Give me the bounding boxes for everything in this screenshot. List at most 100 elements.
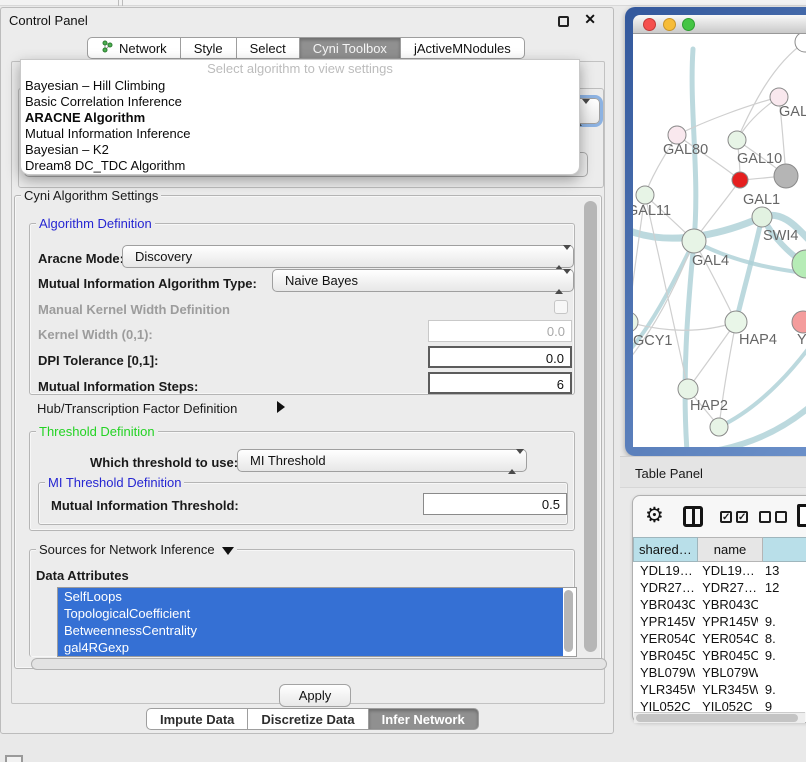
which-threshold-label: Which threshold to use: — [90, 455, 238, 470]
tab-style[interactable]: Style — [181, 37, 237, 59]
network-edge[interactable] — [645, 195, 688, 389]
network-node[interactable] — [795, 34, 806, 52]
mi-steps-label: Mutual Information Steps: — [38, 379, 198, 394]
control-panel-title: Control Panel — [9, 13, 88, 28]
algorithm-definition-title: Algorithm Definition — [36, 216, 155, 231]
algorithm-option-basic-correlation-inference[interactable]: Basic Correlation Inference — [21, 94, 579, 110]
tab-cyni-toolbox[interactable]: Cyni Toolbox — [300, 37, 401, 59]
disclosure-down-icon[interactable] — [222, 547, 234, 555]
table-cell: 13 — [758, 562, 806, 579]
tab-jactivemnodules[interactable]: jActiveMNodules — [401, 37, 525, 59]
control-panel-window: Control Panel ✕ NetworkStyleSelectCyni T… — [0, 7, 614, 734]
kernel-width-field[interactable]: 0.0 — [428, 320, 572, 342]
attribute-item-betweennesscentrality[interactable]: BetweennessCentrality — [58, 622, 563, 639]
table-cell: YLR345W — [633, 681, 695, 698]
table-row[interactable]: YLR345WYLR345W9. — [633, 681, 806, 698]
algorithm-option-aracne-algorithm[interactable]: ARACNE Algorithm — [21, 110, 579, 126]
network-node-gal11[interactable] — [636, 186, 654, 204]
manual-kernel-width-checkbox[interactable] — [554, 300, 568, 314]
network-node-swi4[interactable] — [752, 207, 772, 227]
function-builder-icon[interactable] — [797, 504, 806, 527]
tab-select[interactable]: Select — [237, 37, 300, 59]
node-label: GAL10 — [737, 151, 782, 167]
node-label: GAL11 — [633, 203, 671, 219]
algorithm-option-bayesian-k2[interactable]: Bayesian – K2 — [21, 142, 579, 158]
network-node-gal4[interactable] — [682, 229, 706, 253]
columns-icon[interactable] — [683, 506, 703, 527]
table-row[interactable]: YDR27…YDR27…12 — [633, 579, 806, 596]
table-cell: 9 — [758, 698, 806, 712]
table-row[interactable]: YPR145WYPR145W9. — [633, 613, 806, 630]
node-label: GCY1 — [633, 333, 673, 349]
minimize-window-icon[interactable] — [663, 18, 676, 31]
table-body: YDL19…YDL19…13YDR27…YDR27…12YBR043CYBR04… — [633, 562, 806, 712]
mi-threshold-field[interactable]: 0.5 — [423, 493, 567, 515]
settings-vertical-scrollbar[interactable] — [584, 201, 597, 652]
mi-steps-field[interactable]: 6 — [428, 372, 572, 394]
settings-horizontal-scrollbar[interactable] — [31, 658, 607, 670]
tab-discretize-data[interactable]: Discretize Data — [248, 708, 368, 730]
network-edge[interactable] — [736, 217, 762, 322]
network-node-gcy1[interactable] — [633, 312, 638, 332]
table-horizontal-scrollbar[interactable] — [634, 712, 805, 723]
network-edge[interactable] — [719, 349, 806, 427]
toolbar-divider — [118, 0, 123, 6]
column-header-name[interactable]: name — [698, 537, 763, 562]
aracne-mode-combobox[interactable]: Discovery — [122, 245, 574, 268]
network-edge[interactable] — [688, 322, 736, 389]
attribute-item-topologicalcoefficient[interactable]: TopologicalCoefficient — [58, 605, 563, 622]
disclosure-right-icon[interactable] — [277, 401, 285, 413]
network-window-titlebar[interactable] — [633, 15, 806, 34]
threshold-definition-title: Threshold Definition — [36, 424, 158, 439]
table-row[interactable]: YBL079WYBL079W — [633, 664, 806, 681]
dock-panel-icon[interactable] — [5, 755, 23, 762]
node-label: SWI4 — [763, 228, 798, 244]
network-node[interactable] — [710, 418, 728, 436]
attribute-item-gal4rgexp[interactable]: gal4RGexp — [58, 639, 563, 656]
zoom-window-icon[interactable] — [682, 18, 695, 31]
table-row[interactable]: YBR043CYBR043C — [633, 596, 806, 613]
table-cell: YDL19… — [633, 562, 695, 579]
kernel-width-label: Kernel Width (0,1): — [38, 327, 153, 342]
network-node-hap2[interactable] — [678, 379, 698, 399]
deselect-checkbox-icon[interactable] — [775, 511, 787, 523]
column-header-shared[interactable]: shared… — [633, 537, 698, 562]
dpi-tolerance-field[interactable]: 0.0 — [428, 346, 572, 368]
table-cell: YBR045C — [695, 647, 758, 664]
algorithm-option-dream8-dc-tdc-algorithm[interactable]: Dream8 DC_TDC Algorithm — [21, 158, 579, 174]
which-threshold-combobox[interactable]: MI Threshold — [237, 449, 527, 472]
tab-bar: NetworkStyleSelectCyni ToolboxjActiveMNo… — [87, 37, 525, 59]
column-header-col2[interactable] — [763, 537, 806, 562]
apply-button[interactable]: Apply — [279, 684, 351, 707]
network-canvas[interactable]: GAL7GAL80GAL10GAL1GAL11SWI4GAL4GCY1HAP4Y… — [633, 34, 806, 447]
network-node-y[interactable] — [792, 311, 806, 333]
tab-network[interactable]: Network — [87, 37, 181, 59]
select-all-checkbox-icon[interactable]: ✓ — [736, 511, 748, 523]
float-window-icon[interactable] — [558, 16, 569, 27]
gear-icon[interactable]: ⚙ — [645, 503, 664, 528]
attribute-item-selfloops[interactable]: SelfLoops — [58, 588, 563, 605]
algorithm-option-mutual-information-inference[interactable]: Mutual Information Inference — [21, 126, 579, 142]
mi-threshold-label: Mutual Information Threshold: — [51, 498, 239, 513]
network-node-gal1[interactable] — [732, 172, 748, 188]
table-row[interactable]: YIL052CYIL052C9 — [633, 698, 806, 712]
node-label: GAL1 — [743, 192, 780, 208]
close-icon[interactable]: ✕ — [584, 11, 596, 28]
network-node[interactable] — [774, 164, 798, 188]
table-row[interactable]: YDL19…YDL19…13 — [633, 562, 806, 579]
mi-algorithm-type-combobox[interactable]: Naive Bayes — [272, 269, 574, 292]
table-row[interactable]: YBR045CYBR045C9. — [633, 647, 806, 664]
select-all-checkbox-icon[interactable]: ✓ — [720, 511, 732, 523]
attribute-list-scrollbar[interactable] — [564, 590, 573, 652]
table-cell: 8. — [758, 630, 806, 647]
table-row[interactable]: YER054CYER054C8. — [633, 630, 806, 647]
tab-impute-data[interactable]: Impute Data — [146, 708, 248, 730]
tab-infer-network[interactable]: Infer Network — [369, 708, 479, 730]
network-node-hap4[interactable] — [725, 311, 747, 333]
table-cell: YLR345W — [695, 681, 758, 698]
close-window-icon[interactable] — [643, 18, 656, 31]
table-cell: YDL19… — [695, 562, 758, 579]
deselect-checkbox-icon[interactable] — [759, 511, 771, 523]
network-node-gal10[interactable] — [728, 131, 746, 149]
algorithm-option-bayesian-hill-climbing[interactable]: Bayesian – Hill Climbing — [21, 78, 579, 94]
